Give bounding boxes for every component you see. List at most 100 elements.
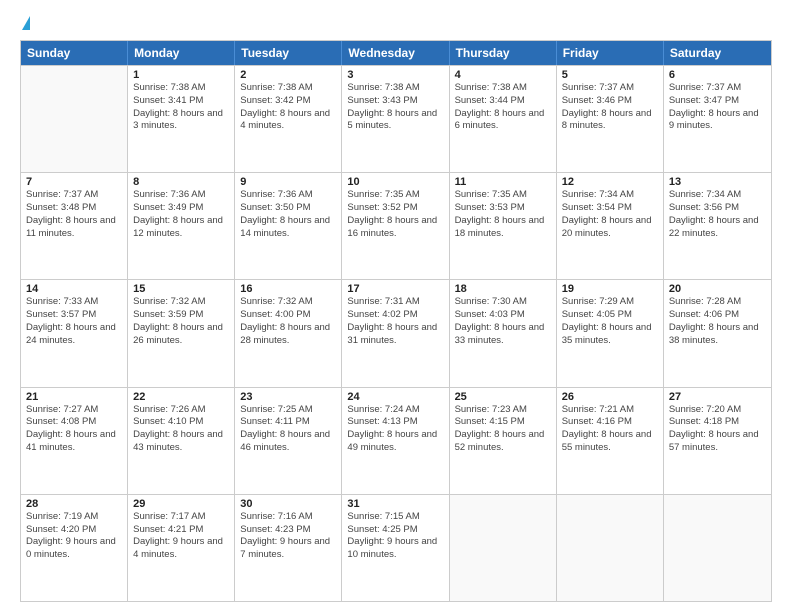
calendar-cell: 18Sunrise: 7:30 AM Sunset: 4:03 PM Dayli… xyxy=(450,280,557,386)
day-number: 19 xyxy=(562,283,658,295)
calendar-cell: 26Sunrise: 7:21 AM Sunset: 4:16 PM Dayli… xyxy=(557,388,664,494)
day-info: Sunrise: 7:23 AM Sunset: 4:15 PM Dayligh… xyxy=(455,404,551,455)
day-number: 14 xyxy=(26,283,122,295)
day-number: 25 xyxy=(455,391,551,403)
calendar-week-4: 21Sunrise: 7:27 AM Sunset: 4:08 PM Dayli… xyxy=(21,387,771,494)
calendar-week-5: 28Sunrise: 7:19 AM Sunset: 4:20 PM Dayli… xyxy=(21,494,771,601)
day-number: 9 xyxy=(240,176,336,188)
day-info: Sunrise: 7:29 AM Sunset: 4:05 PM Dayligh… xyxy=(562,296,658,347)
day-number: 15 xyxy=(133,283,229,295)
day-info: Sunrise: 7:30 AM Sunset: 4:03 PM Dayligh… xyxy=(455,296,551,347)
day-number: 4 xyxy=(455,69,551,81)
calendar-cell: 22Sunrise: 7:26 AM Sunset: 4:10 PM Dayli… xyxy=(128,388,235,494)
day-number: 13 xyxy=(669,176,766,188)
calendar-cell: 29Sunrise: 7:17 AM Sunset: 4:21 PM Dayli… xyxy=(128,495,235,601)
day-number: 10 xyxy=(347,176,443,188)
calendar-cell: 6Sunrise: 7:37 AM Sunset: 3:47 PM Daylig… xyxy=(664,66,771,172)
day-number: 1 xyxy=(133,69,229,81)
day-number: 3 xyxy=(347,69,443,81)
day-info: Sunrise: 7:28 AM Sunset: 4:06 PM Dayligh… xyxy=(669,296,766,347)
day-info: Sunrise: 7:32 AM Sunset: 4:00 PM Dayligh… xyxy=(240,296,336,347)
calendar-cell: 13Sunrise: 7:34 AM Sunset: 3:56 PM Dayli… xyxy=(664,173,771,279)
page: SundayMondayTuesdayWednesdayThursdayFrid… xyxy=(0,0,792,612)
calendar-cell: 11Sunrise: 7:35 AM Sunset: 3:53 PM Dayli… xyxy=(450,173,557,279)
day-info: Sunrise: 7:16 AM Sunset: 4:23 PM Dayligh… xyxy=(240,511,336,562)
day-number: 26 xyxy=(562,391,658,403)
calendar-cell: 28Sunrise: 7:19 AM Sunset: 4:20 PM Dayli… xyxy=(21,495,128,601)
calendar-cell: 9Sunrise: 7:36 AM Sunset: 3:50 PM Daylig… xyxy=(235,173,342,279)
calendar-cell: 24Sunrise: 7:24 AM Sunset: 4:13 PM Dayli… xyxy=(342,388,449,494)
day-number: 2 xyxy=(240,69,336,81)
calendar-cell: 5Sunrise: 7:37 AM Sunset: 3:46 PM Daylig… xyxy=(557,66,664,172)
calendar-cell: 15Sunrise: 7:32 AM Sunset: 3:59 PM Dayli… xyxy=(128,280,235,386)
header-day-tuesday: Tuesday xyxy=(235,41,342,65)
calendar-week-3: 14Sunrise: 7:33 AM Sunset: 3:57 PM Dayli… xyxy=(21,279,771,386)
day-number: 22 xyxy=(133,391,229,403)
day-info: Sunrise: 7:31 AM Sunset: 4:02 PM Dayligh… xyxy=(347,296,443,347)
day-number: 11 xyxy=(455,176,551,188)
header-day-saturday: Saturday xyxy=(664,41,771,65)
calendar-cell xyxy=(450,495,557,601)
calendar-body: 1Sunrise: 7:38 AM Sunset: 3:41 PM Daylig… xyxy=(21,65,771,601)
day-number: 7 xyxy=(26,176,122,188)
day-info: Sunrise: 7:38 AM Sunset: 3:42 PM Dayligh… xyxy=(240,82,336,133)
day-info: Sunrise: 7:37 AM Sunset: 3:46 PM Dayligh… xyxy=(562,82,658,133)
day-info: Sunrise: 7:35 AM Sunset: 3:53 PM Dayligh… xyxy=(455,189,551,240)
day-number: 16 xyxy=(240,283,336,295)
day-info: Sunrise: 7:34 AM Sunset: 3:56 PM Dayligh… xyxy=(669,189,766,240)
day-info: Sunrise: 7:38 AM Sunset: 3:43 PM Dayligh… xyxy=(347,82,443,133)
calendar-cell: 21Sunrise: 7:27 AM Sunset: 4:08 PM Dayli… xyxy=(21,388,128,494)
calendar-cell xyxy=(557,495,664,601)
day-info: Sunrise: 7:38 AM Sunset: 3:44 PM Dayligh… xyxy=(455,82,551,133)
day-number: 23 xyxy=(240,391,336,403)
day-info: Sunrise: 7:32 AM Sunset: 3:59 PM Dayligh… xyxy=(133,296,229,347)
day-info: Sunrise: 7:36 AM Sunset: 3:49 PM Dayligh… xyxy=(133,189,229,240)
calendar-cell: 31Sunrise: 7:15 AM Sunset: 4:25 PM Dayli… xyxy=(342,495,449,601)
calendar-cell: 8Sunrise: 7:36 AM Sunset: 3:49 PM Daylig… xyxy=(128,173,235,279)
calendar-cell: 3Sunrise: 7:38 AM Sunset: 3:43 PM Daylig… xyxy=(342,66,449,172)
day-info: Sunrise: 7:15 AM Sunset: 4:25 PM Dayligh… xyxy=(347,511,443,562)
header-day-sunday: Sunday xyxy=(21,41,128,65)
calendar-cell: 12Sunrise: 7:34 AM Sunset: 3:54 PM Dayli… xyxy=(557,173,664,279)
day-number: 6 xyxy=(669,69,766,81)
header-day-wednesday: Wednesday xyxy=(342,41,449,65)
day-info: Sunrise: 7:37 AM Sunset: 3:48 PM Dayligh… xyxy=(26,189,122,240)
calendar-cell: 30Sunrise: 7:16 AM Sunset: 4:23 PM Dayli… xyxy=(235,495,342,601)
day-info: Sunrise: 7:38 AM Sunset: 3:41 PM Dayligh… xyxy=(133,82,229,133)
day-info: Sunrise: 7:24 AM Sunset: 4:13 PM Dayligh… xyxy=(347,404,443,455)
calendar-cell: 20Sunrise: 7:28 AM Sunset: 4:06 PM Dayli… xyxy=(664,280,771,386)
calendar-cell xyxy=(21,66,128,172)
day-info: Sunrise: 7:36 AM Sunset: 3:50 PM Dayligh… xyxy=(240,189,336,240)
day-info: Sunrise: 7:34 AM Sunset: 3:54 PM Dayligh… xyxy=(562,189,658,240)
day-number: 21 xyxy=(26,391,122,403)
calendar: SundayMondayTuesdayWednesdayThursdayFrid… xyxy=(20,40,772,602)
day-info: Sunrise: 7:25 AM Sunset: 4:11 PM Dayligh… xyxy=(240,404,336,455)
calendar-cell: 14Sunrise: 7:33 AM Sunset: 3:57 PM Dayli… xyxy=(21,280,128,386)
day-info: Sunrise: 7:19 AM Sunset: 4:20 PM Dayligh… xyxy=(26,511,122,562)
day-number: 12 xyxy=(562,176,658,188)
day-info: Sunrise: 7:17 AM Sunset: 4:21 PM Dayligh… xyxy=(133,511,229,562)
calendar-cell: 7Sunrise: 7:37 AM Sunset: 3:48 PM Daylig… xyxy=(21,173,128,279)
header-day-monday: Monday xyxy=(128,41,235,65)
day-number: 24 xyxy=(347,391,443,403)
calendar-cell: 10Sunrise: 7:35 AM Sunset: 3:52 PM Dayli… xyxy=(342,173,449,279)
header-day-thursday: Thursday xyxy=(450,41,557,65)
day-info: Sunrise: 7:33 AM Sunset: 3:57 PM Dayligh… xyxy=(26,296,122,347)
calendar-cell: 17Sunrise: 7:31 AM Sunset: 4:02 PM Dayli… xyxy=(342,280,449,386)
calendar-cell: 25Sunrise: 7:23 AM Sunset: 4:15 PM Dayli… xyxy=(450,388,557,494)
day-info: Sunrise: 7:37 AM Sunset: 3:47 PM Dayligh… xyxy=(669,82,766,133)
calendar-week-1: 1Sunrise: 7:38 AM Sunset: 3:41 PM Daylig… xyxy=(21,65,771,172)
day-info: Sunrise: 7:35 AM Sunset: 3:52 PM Dayligh… xyxy=(347,189,443,240)
day-number: 17 xyxy=(347,283,443,295)
day-number: 18 xyxy=(455,283,551,295)
calendar-cell: 19Sunrise: 7:29 AM Sunset: 4:05 PM Dayli… xyxy=(557,280,664,386)
day-number: 30 xyxy=(240,498,336,510)
day-number: 20 xyxy=(669,283,766,295)
calendar-cell: 27Sunrise: 7:20 AM Sunset: 4:18 PM Dayli… xyxy=(664,388,771,494)
day-number: 29 xyxy=(133,498,229,510)
day-info: Sunrise: 7:21 AM Sunset: 4:16 PM Dayligh… xyxy=(562,404,658,455)
calendar-cell: 16Sunrise: 7:32 AM Sunset: 4:00 PM Dayli… xyxy=(235,280,342,386)
day-info: Sunrise: 7:26 AM Sunset: 4:10 PM Dayligh… xyxy=(133,404,229,455)
day-info: Sunrise: 7:20 AM Sunset: 4:18 PM Dayligh… xyxy=(669,404,766,455)
day-info: Sunrise: 7:27 AM Sunset: 4:08 PM Dayligh… xyxy=(26,404,122,455)
